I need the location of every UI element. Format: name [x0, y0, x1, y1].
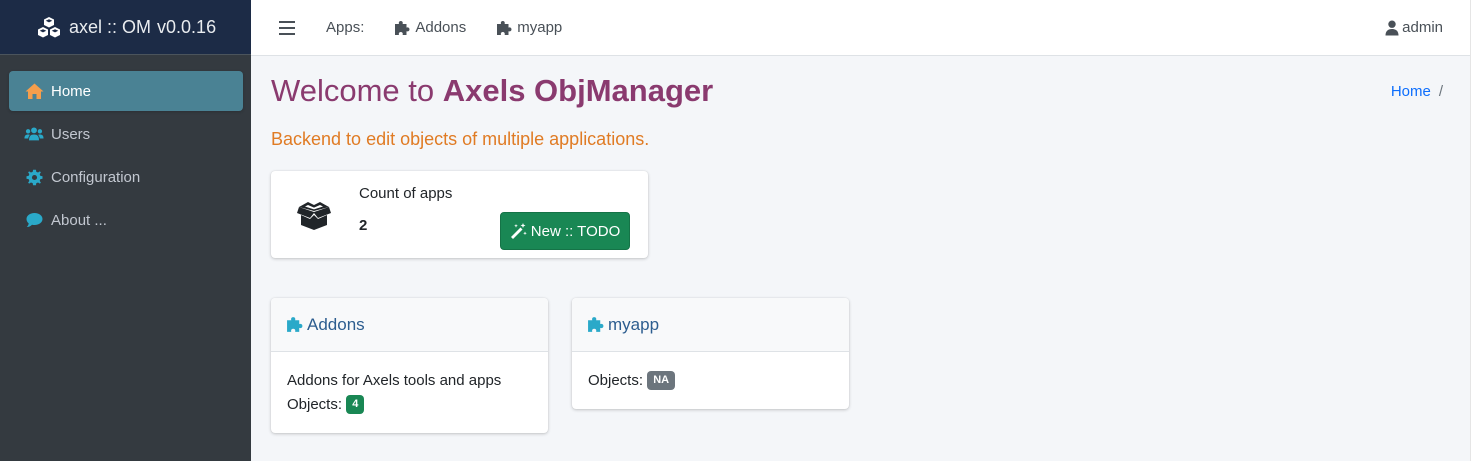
menu-toggle-icon[interactable]: [279, 20, 295, 35]
puzzle-icon: [287, 317, 303, 332]
cubes-icon: [37, 16, 61, 38]
info-box-app-count: Count of apps 2 New :: TODO: [271, 171, 648, 258]
app-card-title: Addons: [307, 314, 365, 334]
puzzle-icon: [588, 317, 604, 332]
breadcrumb-separator: /: [1438, 83, 1443, 100]
sidebar-item-home[interactable]: Home: [9, 71, 243, 111]
gear-icon: [24, 168, 44, 186]
brand-name: axel :: OM: [69, 16, 152, 37]
scrollbar[interactable]: [1470, 0, 1476, 461]
nav-link-myapp[interactable]: myapp: [496, 19, 562, 36]
app-card-title: myapp: [608, 314, 660, 334]
app-card-title-link[interactable]: myapp: [572, 298, 849, 352]
breadcrumb-home-link[interactable]: Home: [1391, 83, 1431, 100]
app-card-description: Addons for Axels tools and apps: [287, 372, 502, 389]
objects-count-badge: NA: [647, 370, 676, 390]
sidebar-item-about[interactable]: About ...: [9, 200, 243, 240]
users-icon: [24, 125, 44, 143]
app-card-title-link[interactable]: Addons: [271, 298, 548, 352]
new-app-button[interactable]: New :: TODO: [500, 212, 630, 250]
breadcrumb: Home /: [1391, 83, 1443, 100]
page-title-app: Axels ObjManager: [442, 73, 714, 108]
puzzle-icon: [497, 20, 512, 35]
app-card-myapp: myapp Objects: NA: [572, 298, 849, 409]
sidebar-item-label: Configuration: [51, 168, 141, 186]
magic-wand-icon: [510, 223, 527, 239]
app-card-objects: Objects: 4: [287, 393, 532, 417]
user-name: admin: [1402, 19, 1443, 36]
sidebar-item-label: Users: [51, 125, 91, 143]
app-card-body: Addons for Axels tools and apps Objects:…: [271, 352, 548, 433]
page-subtitle: Backend to edit objects of multiple appl…: [271, 129, 650, 149]
box-open-icon: [296, 199, 332, 231]
main-content: Welcome to Axels ObjManager Home / Backe…: [251, 56, 1470, 461]
puzzle-icon: [395, 20, 410, 35]
sidebar: axel :: OM v0.0.16 Home Users Configurat…: [0, 0, 251, 461]
objects-label: Objects:: [287, 396, 343, 413]
app-card-addons: Addons Addons for Axels tools and apps O…: [271, 298, 548, 433]
top-navbar: Apps: Addons myapp admin: [251, 0, 1470, 56]
brand[interactable]: axel :: OM v0.0.16: [0, 0, 251, 55]
objects-count-badge: 4: [346, 394, 365, 414]
sidebar-item-configuration[interactable]: Configuration: [9, 157, 243, 197]
app-card-objects: Objects: NA: [588, 369, 833, 393]
info-box-label: Count of apps: [359, 185, 453, 202]
nav-link-label: Addons: [415, 19, 467, 36]
sidebar-item-label: Home: [51, 82, 92, 100]
nav-link-addons[interactable]: Addons: [394, 19, 466, 36]
page-title-prefix: Welcome to: [271, 73, 443, 108]
info-box-value: 2: [359, 217, 368, 234]
sidebar-nav: Home Users Configuration About ...: [0, 55, 251, 240]
sidebar-item-users[interactable]: Users: [9, 114, 243, 154]
home-icon: [24, 82, 44, 100]
brand-version: v0.0.16: [157, 16, 217, 37]
page-title: Welcome to Axels ObjManager: [271, 73, 713, 109]
objects-label: Objects:: [588, 372, 644, 389]
sidebar-item-label: About ...: [51, 211, 107, 229]
apps-label: Apps:: [326, 19, 365, 36]
user-menu[interactable]: admin: [1385, 0, 1443, 55]
nav-link-label: myapp: [517, 19, 563, 36]
app-card-body: Objects: NA: [572, 352, 849, 409]
new-app-button-label: New :: TODO: [530, 222, 621, 240]
comment-icon: [24, 211, 44, 229]
user-icon: [1385, 20, 1399, 35]
